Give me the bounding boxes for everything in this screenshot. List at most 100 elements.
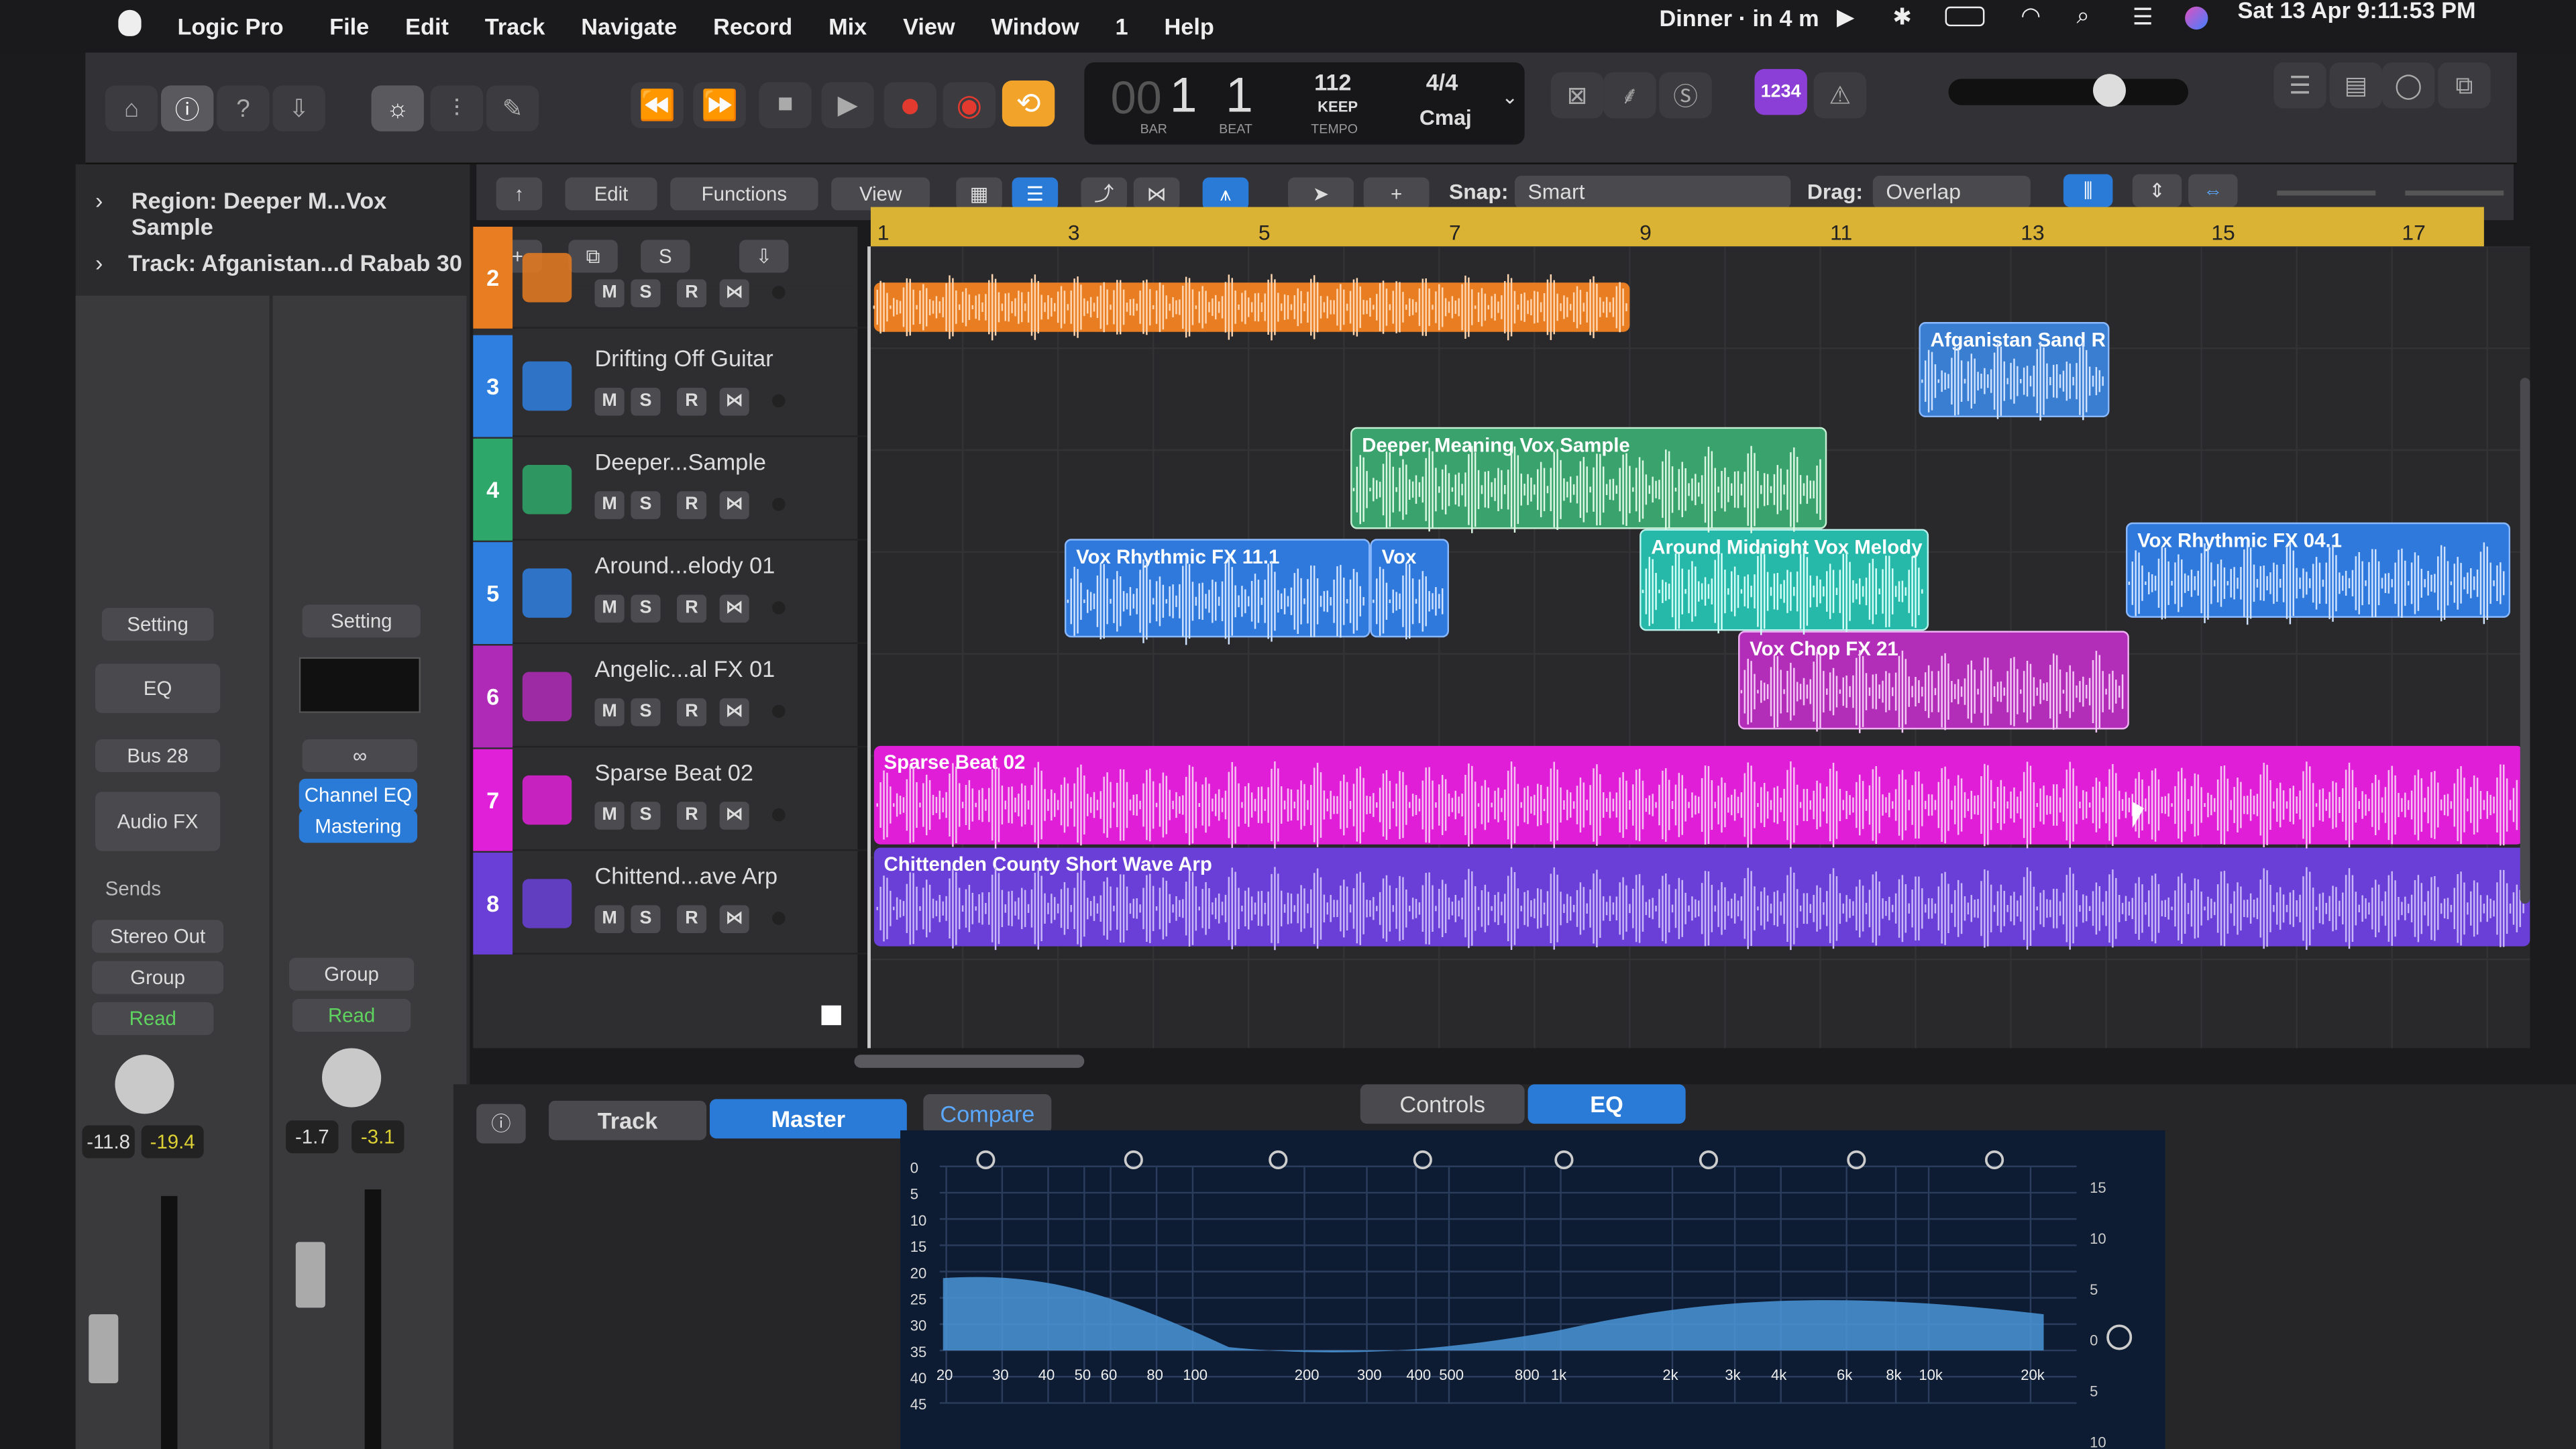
play-status-icon[interactable]: ▶ — [1837, 3, 1854, 32]
track-name[interactable]: Drifting Off Guitar — [595, 345, 773, 371]
solo-button[interactable]: S — [631, 905, 661, 934]
chevron-down-icon[interactable]: ⌄ — [1501, 85, 1518, 108]
eq-graph[interactable]: 05101520253035404515105051020 30 40 50 60 80 1… — [900, 1130, 2165, 1449]
view-menu[interactable]: View — [831, 177, 930, 211]
solo-button[interactable]: S — [631, 802, 661, 830]
editors-icon[interactable]: ✎ — [486, 85, 539, 131]
download-icon[interactable]: ⇩ — [272, 85, 325, 131]
region-vox[interactable]: Vox — [1370, 539, 1450, 638]
bluetooth-icon[interactable]: ✱ — [1892, 3, 1912, 32]
track-title[interactable]: Track: Afganistan...d Rabab 30 — [128, 250, 462, 276]
browser-icon[interactable]: ⧉ — [2438, 62, 2491, 109]
capture-record-button[interactable]: ◉ — [943, 82, 996, 129]
calendar-status[interactable]: Dinner · in 4 m — [1659, 5, 1819, 31]
help-icon[interactable]: ? — [217, 85, 270, 131]
vertical-scrollbar[interactable] — [2520, 378, 2530, 904]
track-row[interactable]: 7 Sparse Beat 02 M S R ⋈ — [473, 749, 868, 851]
menu-window[interactable]: Window — [991, 13, 1079, 40]
grid-view-icon[interactable]: ▦ — [956, 177, 1002, 211]
catch-icon[interactable]: ⩚ — [1202, 177, 1249, 211]
region-vox-chop[interactable]: Vox Chop FX 21 — [1738, 631, 2129, 730]
pan-knob[interactable] — [322, 1048, 382, 1108]
lcd-display[interactable]: 00 1 BAR 1 BEAT 112 KEEP TEMPO 4/4 Cmaj … — [1084, 62, 1525, 145]
vertical-zoom-slider[interactable] — [2277, 191, 2376, 196]
eq-tab[interactable]: EQ — [1527, 1084, 1686, 1124]
track-row[interactable]: 5 Around...elody 01 M S R ⋈ — [473, 542, 868, 645]
menu-track[interactable]: Track — [485, 13, 545, 40]
menu-navigate[interactable]: Navigate — [581, 13, 677, 40]
solo-button[interactable]: S — [631, 491, 661, 519]
drag-select[interactable]: Overlap — [1872, 176, 2031, 209]
pan-knob[interactable] — [115, 1055, 174, 1114]
solo-button[interactable]: S — [631, 594, 661, 623]
solo-button[interactable]: S — [631, 279, 661, 307]
mute-button[interactable]: M — [594, 594, 625, 623]
group-slot[interactable]: Group — [92, 961, 224, 994]
arrange-area[interactable]: Afganistan Sand R Deeper Meaning Vox Sam… — [867, 246, 2530, 1049]
volume-knob[interactable] — [2093, 74, 2126, 107]
region-orange[interactable] — [873, 282, 1630, 332]
record-enable-button[interactable]: R — [676, 279, 707, 307]
stop-button[interactable]: ■ — [759, 82, 812, 129]
master-tab[interactable]: Master — [709, 1099, 907, 1139]
automation-read[interactable]: Read — [92, 1002, 214, 1035]
region-vox-rhythmic-04[interactable]: Vox Rhythmic FX 04.1 — [2125, 522, 2511, 618]
battery-icon[interactable] — [1945, 6, 1985, 27]
apple-icon[interactable] — [118, 9, 142, 36]
siri-icon[interactable] — [2185, 6, 2208, 30]
app-menu[interactable]: Logic Pro — [177, 13, 283, 40]
horizontal-fit-icon[interactable]: ⇔ — [2188, 174, 2238, 207]
mute-button[interactable]: M — [594, 387, 625, 416]
tuner-icon[interactable]: ⸙ — [1603, 72, 1656, 119]
region-deeper-meaning[interactable]: Deeper Meaning Vox Sample — [1350, 427, 1827, 529]
menu-view[interactable]: View — [903, 13, 955, 40]
volume-fader[interactable] — [89, 1314, 119, 1384]
info-icon[interactable]: ⓘ — [476, 1104, 526, 1144]
mixer-icon[interactable]: ⫶ — [430, 85, 484, 131]
loops-icon[interactable]: ◯ — [2382, 62, 2435, 109]
record-enable-button[interactable]: R — [676, 491, 707, 519]
menu-mix[interactable]: Mix — [828, 13, 867, 40]
eq-slot[interactable]: EQ — [95, 663, 221, 713]
pointer-tool[interactable]: ➤ — [1288, 177, 1354, 211]
compare-button[interactable]: Compare — [923, 1094, 1052, 1134]
snap-select[interactable]: Smart — [1514, 176, 1791, 209]
menu-record[interactable]: Record — [713, 13, 792, 40]
plugin-channel-eq[interactable]: Channel EQ — [299, 778, 418, 812]
record-enable-button[interactable]: R — [676, 698, 707, 727]
mute-button[interactable]: M — [594, 491, 625, 519]
ruler[interactable] — [870, 207, 2484, 247]
region-chittenden[interactable]: Chittenden County Short Wave Arp — [873, 847, 2530, 947]
playhead[interactable] — [867, 246, 871, 1049]
track-name[interactable]: Sparse Beat 02 — [595, 759, 753, 785]
horizontal-zoom-slider[interactable] — [2405, 191, 2504, 196]
clock[interactable]: Sat 13 Apr 9:11:53 PM — [2238, 0, 2476, 23]
track-row[interactable]: 6 Angelic...al FX 01 M S R ⋈ — [473, 645, 868, 748]
eq-thumbnail[interactable] — [299, 657, 421, 713]
automation-read[interactable]: Read — [292, 998, 411, 1032]
back-icon[interactable]: ↑ — [496, 177, 543, 211]
mute-button[interactable]: M — [594, 802, 625, 830]
input-monitor-icon[interactable]: ⋈ — [719, 491, 749, 519]
menu-1[interactable]: 1 — [1116, 13, 1128, 40]
input-monitor-icon[interactable]: ⋈ — [719, 387, 749, 416]
input-monitor-icon[interactable]: ⋈ — [719, 905, 749, 934]
functions-menu[interactable]: Functions — [670, 177, 818, 211]
scroll-marker[interactable] — [821, 1005, 841, 1026]
bus-send[interactable]: Bus 28 — [95, 739, 221, 773]
volume-fader[interactable] — [295, 1242, 325, 1308]
audio-fx-slot[interactable]: Audio FX — [95, 792, 221, 851]
record-enable-button[interactable]: R — [676, 802, 707, 830]
link-icon[interactable]: ∞ — [302, 739, 418, 773]
track-row[interactable]: 8 Chittend...ave Arp M S R ⋈ — [473, 853, 868, 955]
mute-button[interactable]: M — [594, 905, 625, 934]
menu-edit[interactable]: Edit — [405, 13, 449, 40]
mute-button[interactable]: M — [594, 279, 625, 307]
horizontal-scrollbar[interactable] — [854, 1055, 1085, 1068]
list-view-icon[interactable]: ☰ — [1012, 177, 1059, 211]
menu-file[interactable]: File — [329, 13, 369, 40]
forward-button[interactable]: ⏩ — [693, 82, 746, 129]
play-button[interactable]: ▶ — [821, 82, 874, 129]
controls-tab[interactable]: Controls — [1360, 1084, 1525, 1124]
track-tab[interactable]: Track — [548, 1100, 707, 1140]
